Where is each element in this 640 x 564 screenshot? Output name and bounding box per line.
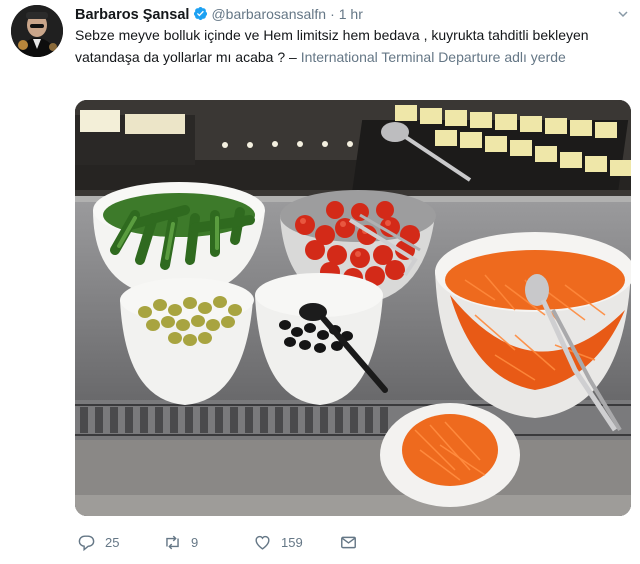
tweet-media-photo[interactable] (75, 100, 631, 516)
separator-dot: · (330, 6, 335, 22)
tweet-header: Barbaros Şansal @barbarosansalfn · 1 hr (75, 5, 363, 23)
retweet-icon (166, 535, 179, 549)
envelope-icon (341, 536, 356, 548)
chevron-down-icon[interactable] (618, 9, 628, 19)
reply-icon (78, 534, 95, 551)
tweet-card[interactable]: Barbaros Şansal @barbarosansalfn · 1 hr Seb… (0, 0, 640, 564)
like-button[interactable]: 159 (253, 530, 303, 554)
reply-button[interactable]: 25 (77, 530, 119, 554)
small-carrot-plate (380, 403, 520, 507)
location-link[interactable]: International Terminal Departure adlı ye… (301, 49, 566, 65)
author-name[interactable]: Barbaros Şansal (75, 7, 189, 23)
salad-bar-photo (75, 100, 631, 516)
retweet-count: 9 (191, 534, 199, 550)
like-count: 159 (281, 534, 303, 550)
tweet-actions: 25 9 159 (75, 530, 375, 554)
verified-badge-icon (194, 6, 208, 21)
reply-count: 25 (105, 534, 120, 550)
author-handle[interactable]: @barbarosansalfn (211, 6, 326, 22)
cheese-tray-left (75, 110, 195, 165)
tweet-text: Sebze meyve bolluk içinde ve Hem limitsi… (75, 25, 623, 68)
avatar[interactable] (11, 5, 63, 57)
timestamp[interactable]: 1 hr (339, 6, 363, 22)
heart-icon (255, 535, 270, 550)
retweet-button[interactable]: 9 (163, 530, 198, 554)
avatar-photo (11, 5, 63, 57)
direct-message-button[interactable] (339, 530, 367, 554)
